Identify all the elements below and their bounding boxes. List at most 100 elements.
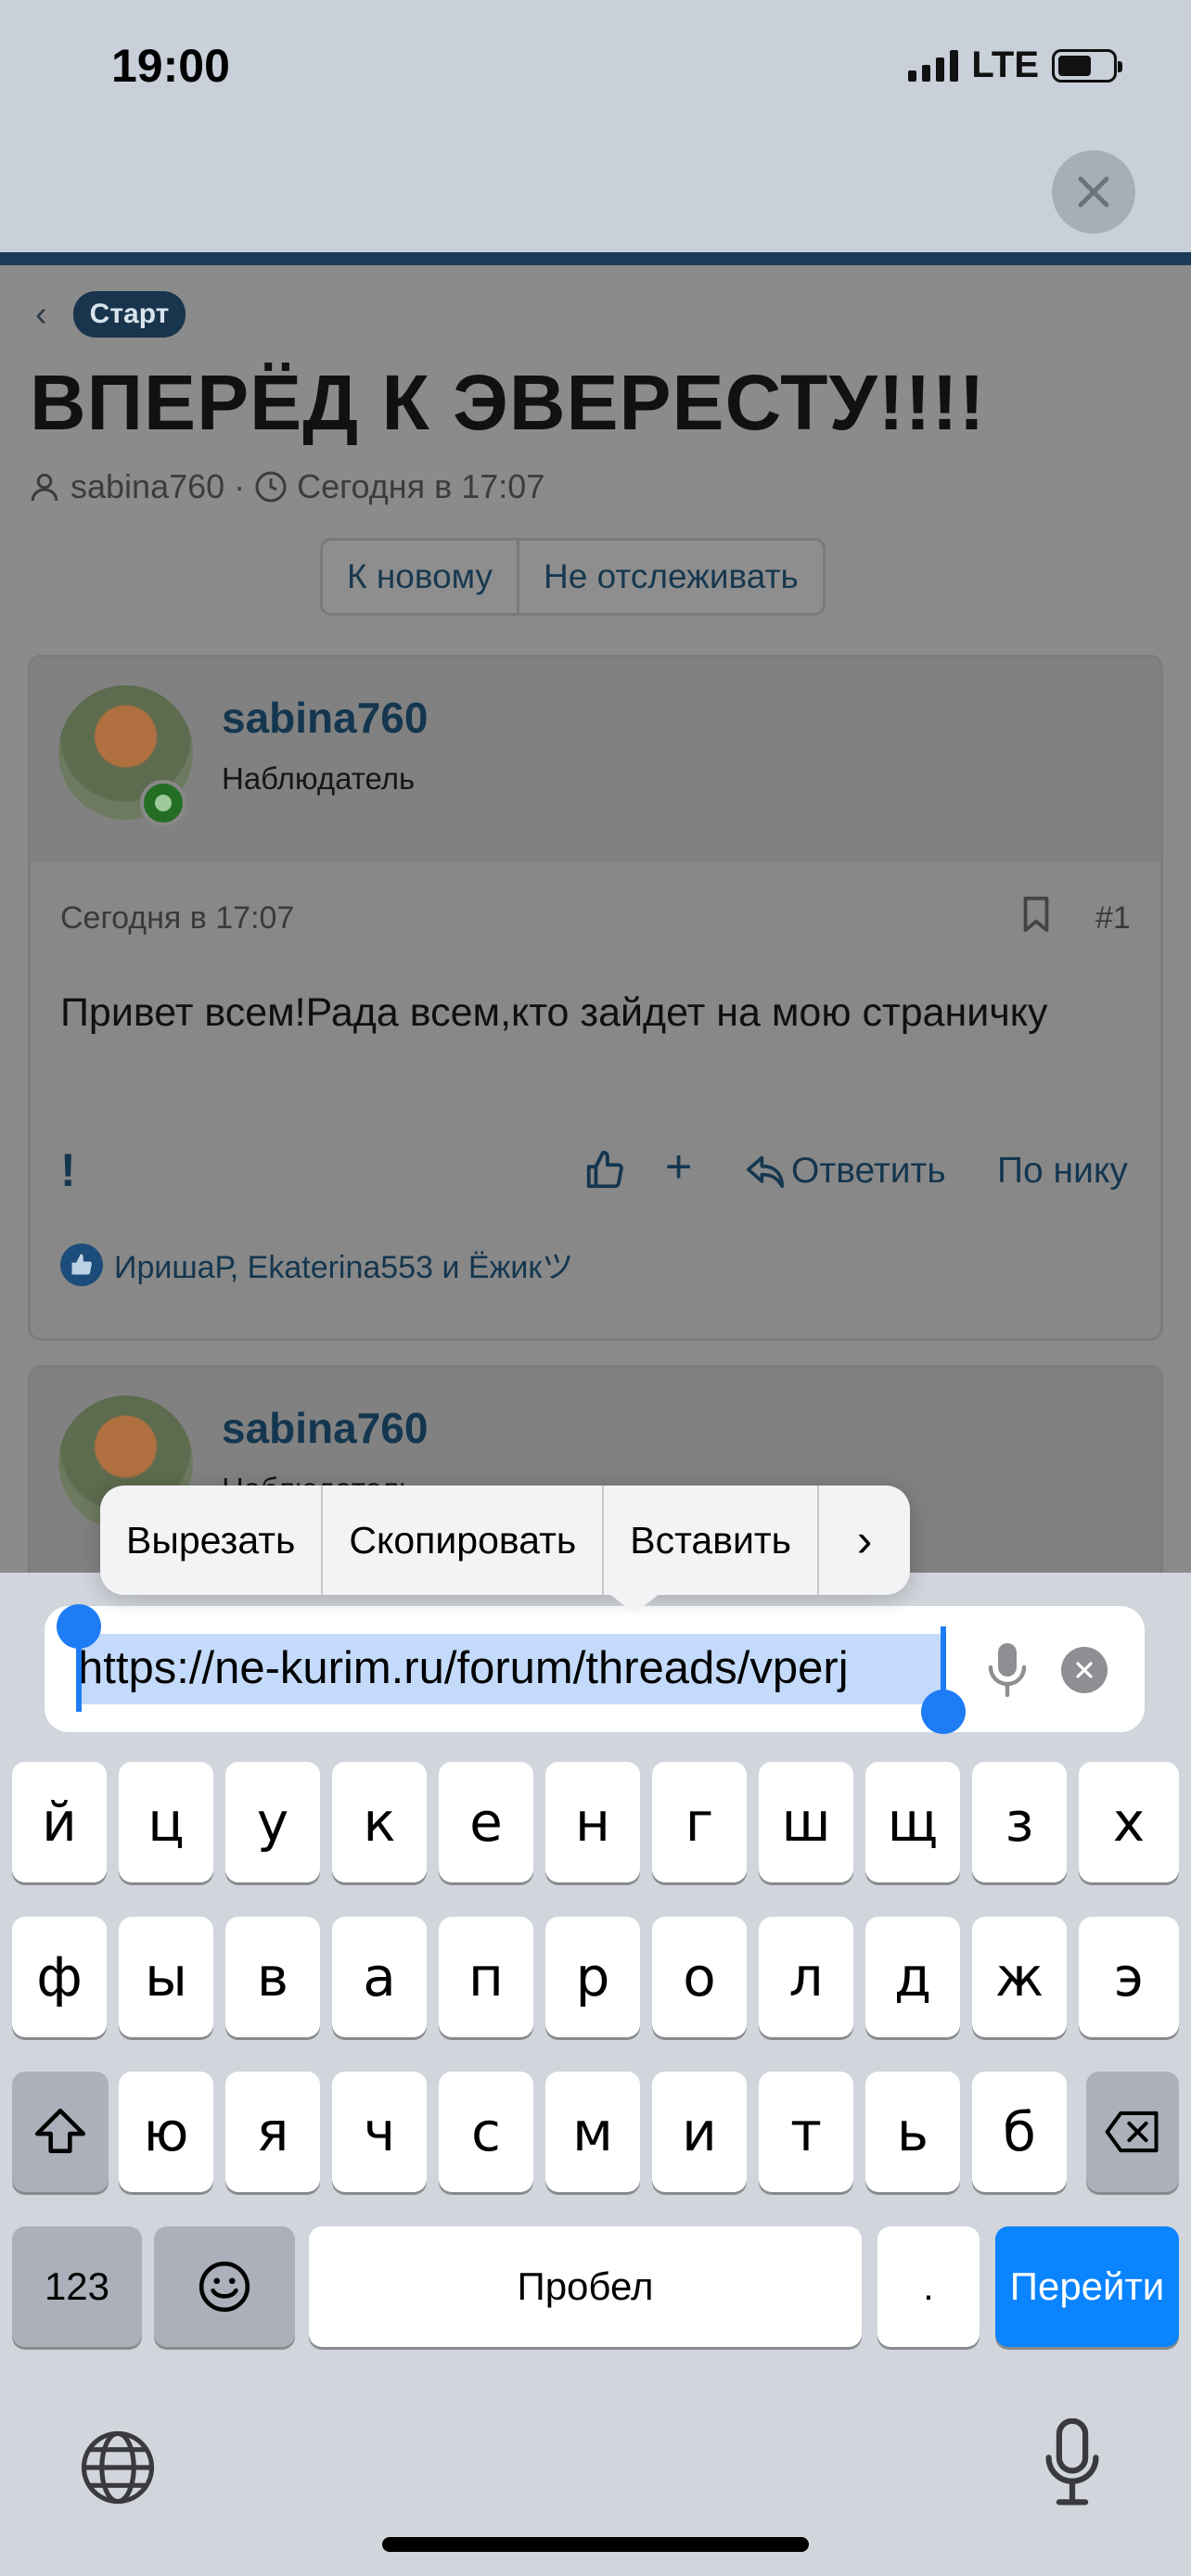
status-area: 19:00 LTE: [0, 0, 1191, 252]
meta-separator: ·: [234, 467, 246, 505]
url-input[interactable]: https://ne-kurim.ru/forum/threads/vperj: [78, 1638, 946, 1699]
selection-start-handle[interactable]: [57, 1604, 101, 1712]
report-button[interactable]: !: [60, 1143, 76, 1197]
user-icon: [31, 473, 58, 502]
post-card: sabina760 Наблюдатель Сегодня в 17:07 #1…: [28, 655, 1163, 1341]
post-body: Привет всем!Рада всем,кто зайдет на мою …: [60, 990, 1048, 1035]
thread-actions: К новому Не отслеживать: [320, 538, 826, 616]
key-13[interactable]: ы: [119, 1917, 213, 2037]
key-4[interactable]: к: [332, 1762, 427, 1882]
shift-icon: [34, 2108, 86, 2153]
post-username[interactable]: sabina760: [222, 1403, 428, 1453]
dictation-button[interactable]: [987, 1641, 1028, 1702]
chevron-left-icon[interactable]: ‹: [35, 295, 47, 335]
key-7[interactable]: г: [652, 1762, 747, 1882]
site-header-bar: [0, 252, 1191, 265]
language-switch-button[interactable]: [78, 2428, 158, 2512]
thumbs-up-icon: [586, 1150, 623, 1189]
key-30[interactable]: б: [972, 2072, 1067, 2192]
key-28[interactable]: т: [759, 2072, 853, 2192]
clear-icon: [1076, 1662, 1093, 1678]
multiquote-button[interactable]: +: [665, 1140, 692, 1193]
key-18[interactable]: о: [652, 1917, 747, 2037]
key-21[interactable]: ж: [972, 1917, 1067, 2037]
cut-menu-item[interactable]: Вырезать: [100, 1486, 321, 1595]
paste-menu-item[interactable]: Вставить: [604, 1486, 817, 1595]
key-11[interactable]: х: [1079, 1762, 1179, 1882]
backspace-key[interactable]: [1086, 2072, 1179, 2192]
emoji-icon: [198, 2261, 250, 2313]
reply-button[interactable]: Ответить: [745, 1151, 946, 1192]
reply-label: Ответить: [791, 1151, 946, 1191]
clear-url-button[interactable]: [1061, 1647, 1108, 1693]
by-nick-button[interactable]: По нику: [997, 1151, 1128, 1192]
numbers-key[interactable]: 123: [12, 2226, 142, 2347]
backspace-icon: [1105, 2111, 1159, 2153]
url-bar[interactable]: https://ne-kurim.ru/forum/threads/vperj: [45, 1604, 1145, 1734]
globe-icon: [81, 2430, 155, 2505]
post-actions: ! + Ответить По нику: [31, 1140, 1160, 1205]
key-20[interactable]: д: [865, 1917, 960, 2037]
key-5[interactable]: е: [439, 1762, 533, 1882]
thread-meta: sabina760 · Сегодня в 17:07: [28, 467, 544, 506]
post-username[interactable]: sabina760: [222, 693, 428, 743]
keyboard-area: https://ne-kurim.ru/forum/threads/vperj …: [0, 1573, 1191, 2576]
status-time: 19:00: [111, 40, 230, 92]
key-25[interactable]: с: [439, 2072, 533, 2192]
key-27[interactable]: и: [652, 2072, 747, 2192]
unwatch-button[interactable]: Не отслеживать: [517, 541, 823, 613]
key-23[interactable]: я: [225, 2072, 320, 2192]
key-24[interactable]: ч: [332, 2072, 427, 2192]
key-22[interactable]: э: [1079, 1917, 1179, 2037]
post-date[interactable]: Сегодня в 17:07: [60, 900, 294, 937]
to-new-button[interactable]: К новому: [323, 541, 517, 613]
key-2[interactable]: ц: [119, 1762, 213, 1882]
online-status-icon: [140, 780, 186, 826]
home-indicator[interactable]: [382, 2537, 809, 2552]
thread-date: Сегодня в 17:07: [297, 467, 545, 505]
likes-summary[interactable]: ИришаР, Ekaterina553 и Ёжикツ: [60, 1242, 573, 1287]
battery-icon: [1052, 48, 1122, 83]
like-button[interactable]: [583, 1149, 626, 1196]
go-key[interactable]: Перейти: [995, 2226, 1179, 2347]
microphone-icon: [988, 1643, 1027, 1698]
post-number[interactable]: #1: [1095, 900, 1131, 937]
key-1[interactable]: й: [12, 1762, 107, 1882]
chevron-right-icon[interactable]: ›: [819, 1486, 910, 1595]
microphone-icon: [1045, 2417, 1099, 2506]
key-9[interactable]: щ: [865, 1762, 960, 1882]
dot-key[interactable]: .: [877, 2226, 980, 2347]
clock-icon: [255, 471, 287, 503]
thread-author[interactable]: sabina760: [70, 467, 224, 506]
key-29[interactable]: ь: [865, 2072, 960, 2192]
post-user-role: Наблюдатель: [222, 761, 416, 796]
page-title: ВПЕРЁД К ЭВЕРЕСТУ!!!!: [30, 359, 986, 446]
breadcrumb-start[interactable]: Старт: [72, 291, 186, 338]
menu-pointer: [608, 1593, 660, 1613]
shift-key[interactable]: [12, 2072, 109, 2192]
key-10[interactable]: з: [972, 1762, 1067, 1882]
dictation-key[interactable]: [1043, 2417, 1102, 2512]
key-14[interactable]: в: [225, 1917, 320, 2037]
network-label: LTE: [971, 45, 1039, 85]
key-15[interactable]: а: [332, 1917, 427, 2037]
key-8[interactable]: ш: [759, 1762, 853, 1882]
key-17[interactable]: р: [545, 1917, 640, 2037]
key-3[interactable]: у: [225, 1762, 320, 1882]
key-6[interactable]: н: [545, 1762, 640, 1882]
copy-menu-item[interactable]: Скопировать: [323, 1486, 602, 1595]
likes-names: ИришаР, Ekaterina553 и Ёжикツ: [114, 1250, 574, 1285]
space-key[interactable]: Пробел: [309, 2226, 862, 2347]
key-19[interactable]: л: [759, 1917, 853, 2037]
key-12[interactable]: ф: [12, 1917, 107, 2037]
selection-end-handle[interactable]: [921, 1626, 966, 1734]
signal-icon: [908, 49, 959, 82]
close-button[interactable]: [1052, 150, 1135, 234]
key-16[interactable]: п: [439, 1917, 533, 2037]
emoji-key[interactable]: [154, 2226, 295, 2347]
key-31[interactable]: ю: [119, 2072, 213, 2192]
status-indicators: LTE: [908, 45, 1122, 86]
bookmark-button[interactable]: [1021, 895, 1051, 938]
breadcrumb: ‹ Старт: [35, 291, 186, 338]
key-26[interactable]: м: [545, 2072, 640, 2192]
